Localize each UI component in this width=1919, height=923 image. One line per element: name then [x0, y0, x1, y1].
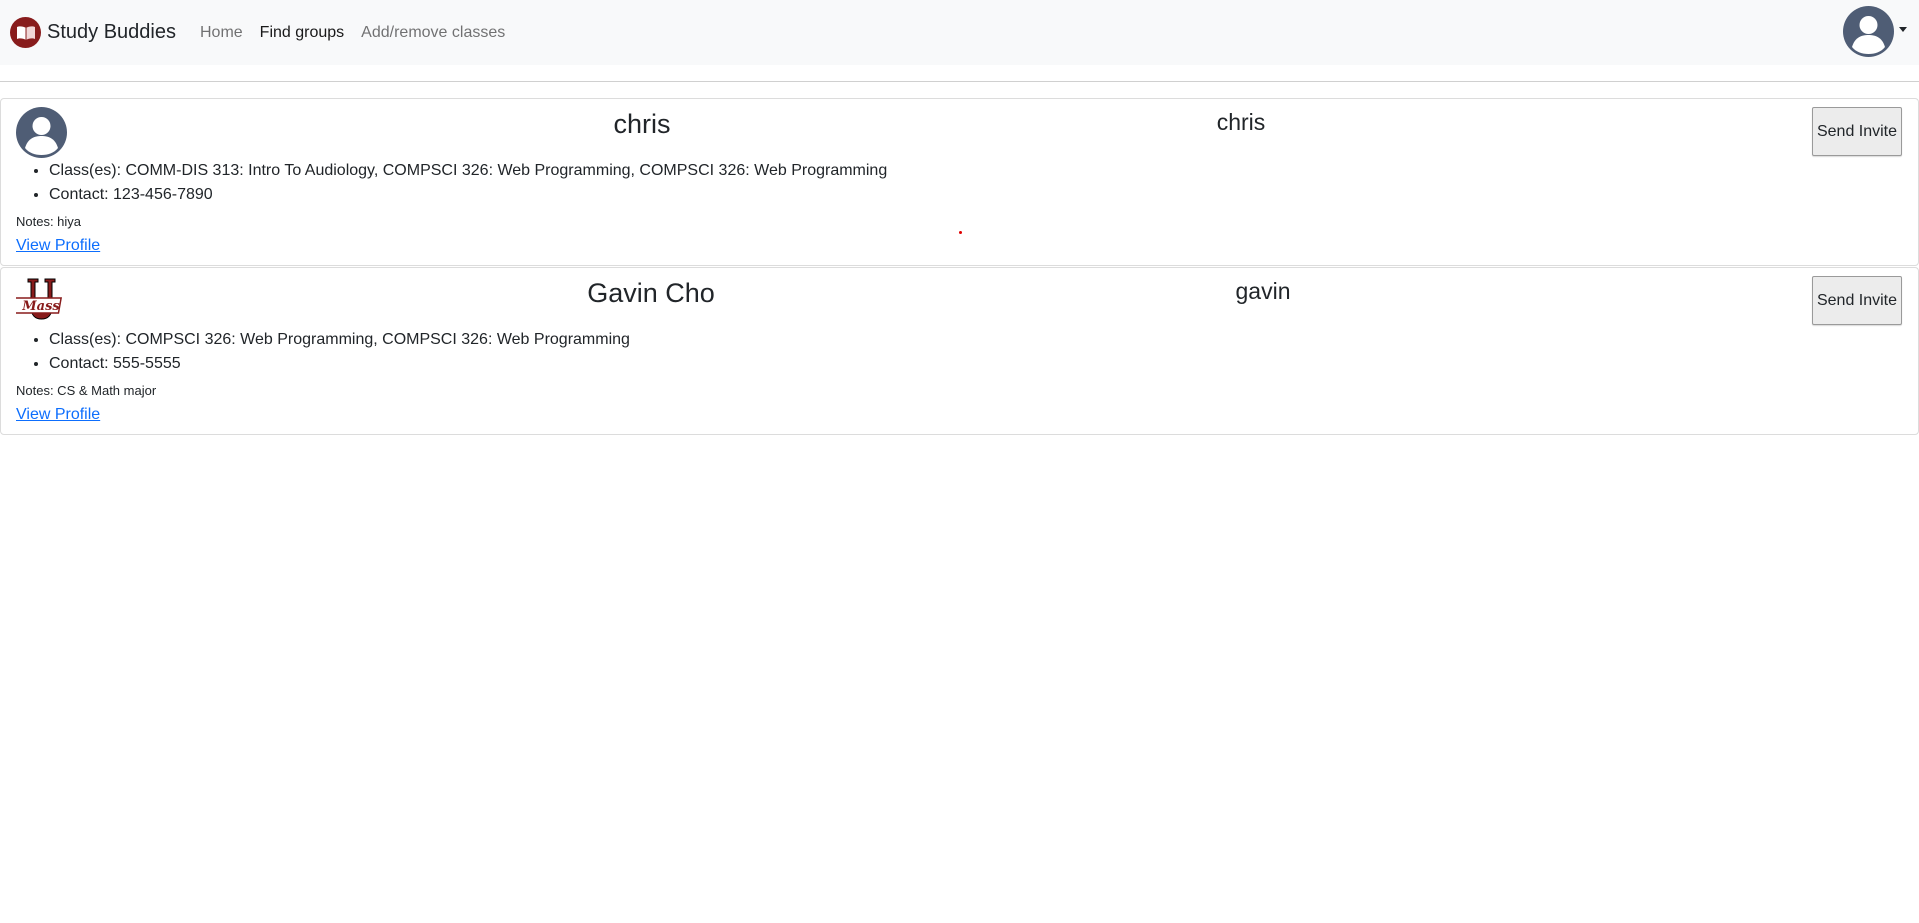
user-classes: Class(es): COMPSCI 326: Web Programming,…: [49, 328, 630, 352]
user-notes: Notes: hiya: [16, 214, 82, 229]
view-profile-link[interactable]: View Profile: [16, 406, 100, 424]
user-contact: Contact: 555-5555: [49, 352, 630, 376]
user-name: chris: [613, 109, 671, 139]
user-username: chris: [1216, 109, 1266, 135]
user-avatar-icon: [16, 107, 67, 158]
cursor-dot: [959, 231, 962, 234]
user-contact: Contact: 123-456-7890: [49, 183, 887, 207]
brand-name: Study Buddies: [47, 21, 176, 43]
user-classes: Class(es): COMM-DIS 313: Intro To Audiol…: [49, 159, 887, 183]
send-invite-button[interactable]: Send Invite: [1812, 276, 1902, 325]
user-notes: Notes: CS & Math major: [16, 383, 157, 398]
brand[interactable]: Study Buddies: [10, 17, 176, 48]
send-invite-button[interactable]: Send Invite: [1812, 107, 1902, 156]
book-logo-icon: [10, 17, 41, 48]
nav-home[interactable]: Home: [200, 24, 243, 42]
chevron-down-icon: [1899, 27, 1907, 32]
user-details: Class(es): COMPSCI 326: Web Programming,…: [49, 328, 630, 376]
svg-text:Mass: Mass: [21, 299, 60, 314]
user-card: Mass Gavin Cho gavin Send Invite Class(e…: [0, 267, 1919, 435]
results-list: chris chris Send Invite Class(es): COMM-…: [0, 98, 1919, 436]
divider: [0, 81, 1919, 82]
view-profile-link[interactable]: View Profile: [16, 237, 100, 255]
nav-links: Home Find groups Add/remove classes: [200, 24, 522, 42]
user-name: Gavin Cho: [587, 278, 715, 308]
nav-add-remove-classes[interactable]: Add/remove classes: [361, 24, 505, 42]
user-card: chris chris Send Invite Class(es): COMM-…: [0, 98, 1919, 266]
top-navbar: Study Buddies Home Find groups Add/remov…: [0, 0, 1919, 65]
user-avatar-icon: [1843, 6, 1894, 57]
nav-find-groups[interactable]: Find groups: [260, 24, 345, 42]
user-username: gavin: [1235, 278, 1291, 304]
umass-logo-icon: Mass: [16, 278, 63, 320]
user-details: Class(es): COMM-DIS 313: Intro To Audiol…: [49, 159, 887, 207]
user-menu-dropdown[interactable]: [1843, 6, 1907, 57]
